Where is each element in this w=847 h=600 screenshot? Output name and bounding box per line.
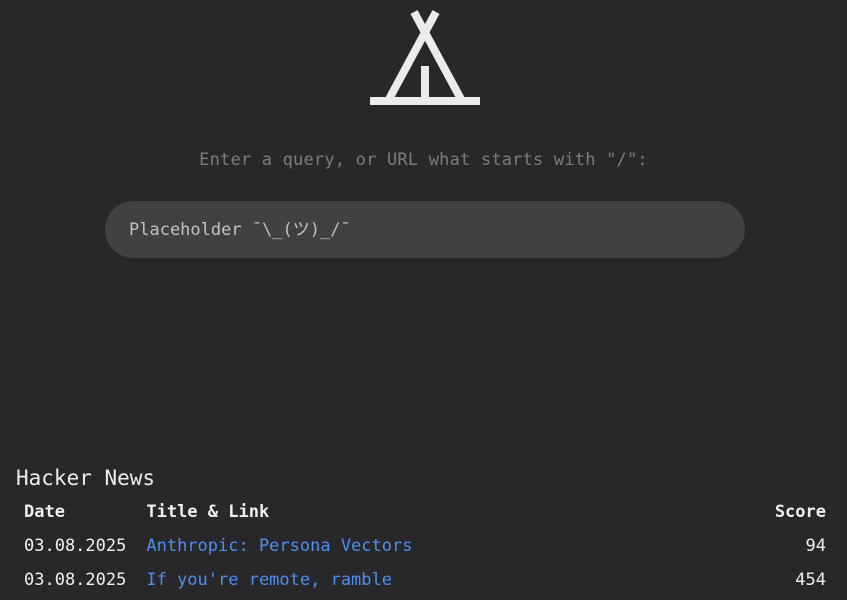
table-row: 03.08.2025 If you're remote, ramble 454 bbox=[14, 564, 836, 598]
start-page: Enter a query, or URL what starts with "… bbox=[0, 0, 847, 600]
tent-icon bbox=[370, 10, 480, 105]
story-link[interactable]: Anthropic: Persona Vectors bbox=[146, 536, 412, 556]
column-header-score: Score bbox=[774, 502, 826, 522]
column-header-title: Title & Link bbox=[146, 502, 270, 522]
column-header-date: Date bbox=[24, 502, 65, 522]
search-prompt: Enter a query, or URL what starts with "… bbox=[199, 150, 648, 170]
hacker-news-table: Date Title & Link Score 03.08.2025 Anthr… bbox=[14, 496, 836, 598]
row-score: 94 bbox=[805, 536, 826, 556]
search-input[interactable] bbox=[105, 201, 745, 258]
table-row: 03.08.2025 Anthropic: Persona Vectors 94 bbox=[14, 530, 836, 564]
table-header-row: Date Title & Link Score bbox=[14, 496, 836, 530]
row-date: 03.08.2025 bbox=[24, 570, 127, 590]
story-link[interactable]: If you're remote, ramble bbox=[146, 570, 392, 590]
row-score: 454 bbox=[795, 570, 826, 590]
row-date: 03.08.2025 bbox=[24, 536, 127, 556]
hacker-news-title: Hacker News bbox=[16, 466, 156, 490]
